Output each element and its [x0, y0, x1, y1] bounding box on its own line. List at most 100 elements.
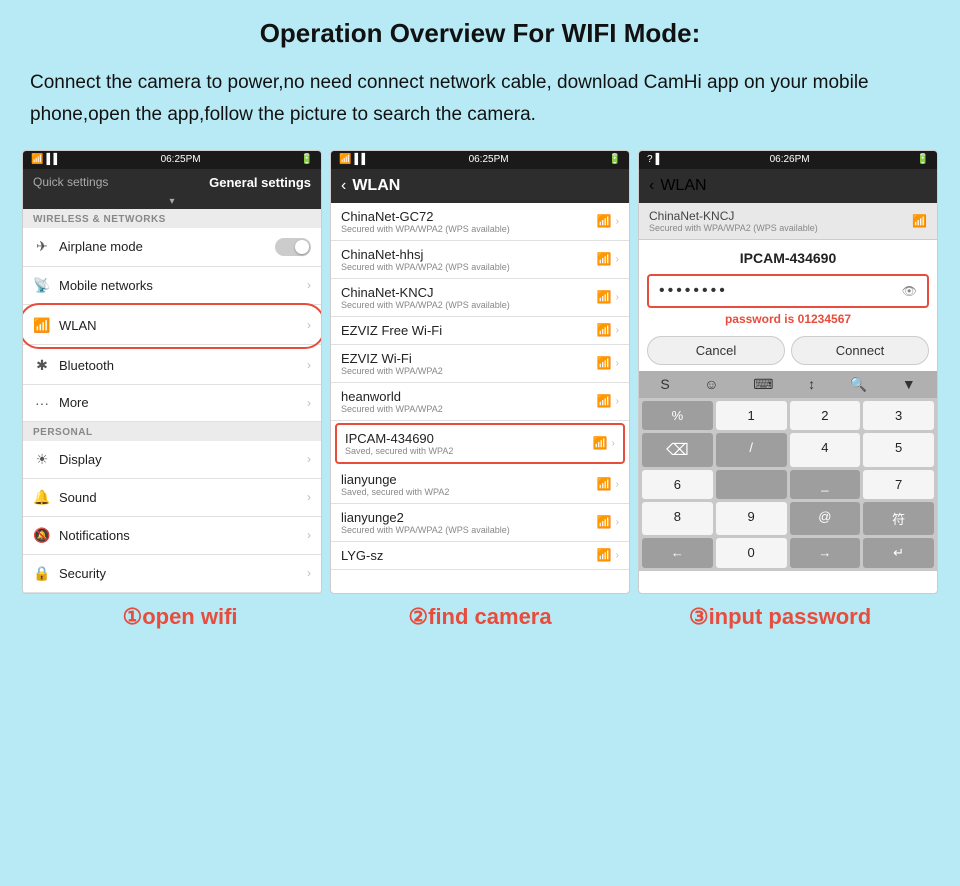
key-9[interactable]: 9	[716, 502, 787, 535]
wifi-list-item[interactable]: lianyunge2 Secured with WPA/WPA2 (WPS av…	[331, 504, 629, 542]
key-7[interactable]: 7	[863, 470, 934, 499]
key-percent[interactable]: %	[642, 401, 713, 430]
bluetooth-label: Bluetooth	[59, 358, 114, 373]
kb-icon-arrows[interactable]: ↕	[808, 376, 815, 392]
wifi-item-right: 📶 ›	[593, 436, 615, 450]
wifi-item-right: 📶 ›	[597, 323, 619, 337]
kb-icon-emoji[interactable]: ☺	[704, 376, 718, 392]
step2-label: ②find camera	[330, 604, 630, 630]
wifi-signal-icon: 📶	[597, 290, 612, 304]
wifi-list-item[interactable]: EZVIZ Free Wi-Fi 📶 ›	[331, 317, 629, 345]
s3-top-wifi-signal: 📶	[912, 214, 927, 228]
labels-row: ①open wifi ②find camera ③input password	[20, 604, 940, 630]
kb-icon-search[interactable]: 🔍	[850, 376, 867, 393]
key-4[interactable]: 4	[790, 433, 861, 467]
kb-icon-s[interactable]: S	[660, 376, 669, 392]
wifi-list-item[interactable]: lianyunge Saved, secured with WPA2 📶 ›	[331, 466, 629, 504]
wifi-signal-icon: 📶	[593, 436, 608, 450]
key-fu[interactable]: 符	[863, 502, 934, 535]
bluetooth-item[interactable]: ✱ Bluetooth ›	[23, 347, 321, 385]
wifi-item-chevron: ›	[612, 438, 615, 449]
password-input-row[interactable]: •••••••• 👁	[647, 274, 929, 308]
wifi-item-right: 📶 ›	[597, 394, 619, 408]
screen2-title: WLAN	[352, 177, 400, 195]
wifi-item-right: 📶 ›	[597, 356, 619, 370]
wifi-item-text: lianyunge2 Secured with WPA/WPA2 (WPS av…	[341, 510, 510, 535]
wifi-network-sub: Secured with WPA/WPA2 (WPS available)	[341, 525, 510, 535]
key-3[interactable]: 3	[863, 401, 934, 430]
display-item[interactable]: ☀ Display ›	[23, 441, 321, 479]
key-0[interactable]: 0	[716, 538, 787, 568]
screen3: ? ▌ 06:26PM 🔋 ‹ WLAN ChinaNet-KNCJ Secur…	[638, 150, 938, 594]
cancel-button[interactable]: Cancel	[647, 336, 785, 365]
kb-icon-keyboard[interactable]: ⌨	[753, 376, 773, 393]
tab-quick[interactable]: Quick settings	[33, 175, 108, 190]
wifi-item-chevron: ›	[616, 292, 619, 303]
wifi-item-text: EZVIZ Free Wi-Fi	[341, 323, 442, 338]
more-item[interactable]: ··· More ›	[23, 385, 321, 422]
bluetooth-icon: ✱	[33, 357, 51, 374]
key-5[interactable]: 5	[863, 433, 934, 467]
screen2: 📶 ▌▌ 06:25PM 🔋 ‹ WLAN ChinaNet-GC72 Secu…	[330, 150, 630, 594]
key-backspace[interactable]: ⌫	[642, 433, 713, 467]
key-2[interactable]: 2	[790, 401, 861, 430]
wifi-signal-icon: 📶	[597, 515, 612, 529]
key-8[interactable]: 8	[642, 502, 713, 535]
key-1[interactable]: 1	[716, 401, 787, 430]
screen3-status-bar: ? ▌ 06:26PM 🔋	[639, 151, 937, 169]
airplane-toggle[interactable]	[275, 238, 311, 256]
screen3-back-button[interactable]: ‹	[649, 177, 654, 195]
wifi-list-item[interactable]: EZVIZ Wi-Fi Secured with WPA/WPA2 📶 ›	[331, 345, 629, 383]
key-slash[interactable]: /	[716, 433, 787, 467]
screen3-secured-label: Secured with WPA/WPA2 (WPS available)	[649, 223, 818, 233]
keyboard-grid: % 1 2 3 ⌫ / 4 5 6 _ 7 8 9 @ 符 ← 0 → ↵	[639, 398, 937, 571]
key-6[interactable]: 6	[642, 470, 713, 499]
airplane-mode-left: ✈ Airplane mode	[33, 238, 143, 255]
sound-item[interactable]: 🔔 Sound ›	[23, 479, 321, 517]
wifi-signal-icon: 📶	[597, 356, 612, 370]
screen2-back-button[interactable]: ‹	[341, 177, 346, 195]
security-chevron: ›	[307, 566, 311, 580]
airplane-mode-item[interactable]: ✈ Airplane mode	[23, 228, 321, 267]
wifi-network-name: heanworld	[341, 389, 443, 404]
notifications-left: 🔕 Notifications	[33, 527, 130, 544]
kb-icon-down[interactable]: ▼	[902, 376, 916, 392]
airplane-mode-label: Airplane mode	[59, 239, 143, 254]
screen3-top-network-text: ChinaNet-KNCJ Secured with WPA/WPA2 (WPS…	[649, 209, 818, 233]
screen2-header: ‹ WLAN	[331, 169, 629, 203]
wifi-list-item[interactable]: ChinaNet-KNCJ Secured with WPA/WPA2 (WPS…	[331, 279, 629, 317]
eye-icon[interactable]: 👁	[902, 284, 917, 298]
wifi-list-item[interactable]: heanworld Secured with WPA/WPA2 📶 ›	[331, 383, 629, 421]
wifi-signal-icon: 📶	[597, 214, 612, 228]
wifi-list-item[interactable]: LYG-sz 📶 ›	[331, 542, 629, 570]
security-item[interactable]: 🔒 Security ›	[23, 555, 321, 593]
mobile-icon: 📡	[33, 277, 51, 294]
wifi-list-item[interactable]: ChinaNet-GC72 Secured with WPA/WPA2 (WPS…	[331, 203, 629, 241]
wifi-list-item[interactable]: IPCAM-434690 Saved, secured with WPA2 📶 …	[335, 423, 625, 464]
key-underscore[interactable]: _	[790, 470, 861, 499]
tab-general[interactable]: General settings	[209, 175, 311, 190]
security-label: Security	[59, 566, 106, 581]
key-enter[interactable]: ↵	[863, 538, 934, 568]
wifi-item-text: ChinaNet-GC72 Secured with WPA/WPA2 (WPS…	[341, 209, 510, 234]
wlan-item[interactable]: 📶 WLAN ›	[23, 307, 321, 345]
wifi-network-name: ChinaNet-KNCJ	[341, 285, 510, 300]
mobile-networks-item[interactable]: 📡 Mobile networks ›	[23, 267, 321, 305]
wifi-network-name: lianyunge2	[341, 510, 510, 525]
wifi-item-chevron: ›	[616, 254, 619, 265]
wlan-label: WLAN	[59, 318, 97, 333]
notifications-item[interactable]: 🔕 Notifications ›	[23, 517, 321, 555]
s2-battery-icon: 🔋	[609, 154, 621, 165]
cancel-connect-row: Cancel Connect	[639, 330, 937, 371]
wifi-signal-icon: 📶	[597, 548, 612, 562]
wifi-item-text: IPCAM-434690 Saved, secured with WPA2	[345, 431, 453, 456]
key-at[interactable]: @	[790, 502, 861, 535]
wifi-list-item[interactable]: ChinaNet-hhsj Secured with WPA/WPA2 (WPS…	[331, 241, 629, 279]
key-left-arrow[interactable]: ←	[642, 538, 713, 568]
connect-button[interactable]: Connect	[791, 336, 929, 365]
key-right-arrow[interactable]: →	[790, 538, 861, 568]
wifi-item-right: 📶 ›	[597, 477, 619, 491]
sound-icon: 🔔	[33, 489, 51, 506]
step3-label: ③input password	[630, 604, 930, 630]
screen1-header: Quick settings General settings	[23, 169, 321, 196]
